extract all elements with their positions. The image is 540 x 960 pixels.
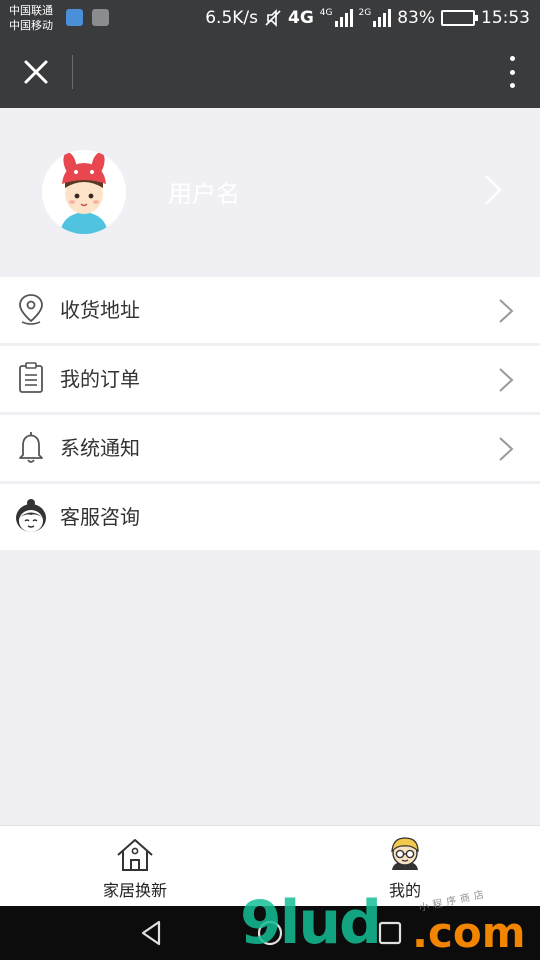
carrier-2: 中国移动: [9, 19, 53, 32]
menu-label-address: 收货地址: [60, 298, 140, 322]
menu-label-notifications: 系统通知: [60, 436, 140, 460]
battery-percent: 83%: [397, 8, 435, 28]
chevron-right-icon: [499, 299, 514, 323]
bell-icon: [19, 432, 43, 463]
site-watermark: 9lud .com 小程序商店: [240, 888, 540, 958]
menu-item-address[interactable]: 收货地址: [0, 277, 540, 343]
menu-item-notifications[interactable]: 系统通知: [0, 415, 540, 481]
carrier-1: 中国联通: [9, 4, 53, 17]
network-type-1: 4G: [288, 8, 314, 28]
network-type-2: 2G: [358, 8, 372, 18]
chevron-right-icon[interactable]: [480, 172, 504, 208]
watermark-main: 9lud: [240, 888, 382, 958]
house-icon: [117, 839, 153, 871]
network-speed: 6.5K/s: [205, 8, 258, 28]
menu-item-customer-service[interactable]: 客服咨询: [0, 484, 540, 550]
menu-label-customer-service: 客服咨询: [60, 505, 140, 529]
location-pin-icon: [19, 294, 43, 325]
carrier-names: 中国联通 中国移动: [9, 3, 53, 33]
network-type-1-small: 4G: [319, 8, 333, 18]
status-bar: 中国联通 中国移动 6.5K/s 4G 4G 2G 83% 15:53: [0, 0, 540, 36]
watermark-suffix: .com: [412, 908, 526, 957]
menu-list: 收货地址 我的订单 系统通知 客服咨询: [0, 277, 540, 553]
menu-item-orders[interactable]: 我的订单: [0, 346, 540, 412]
profile-header[interactable]: 用户名: [0, 108, 540, 276]
back-icon[interactable]: [136, 918, 166, 948]
child-avatar-icon[interactable]: [42, 150, 126, 234]
chevron-right-icon: [499, 368, 514, 392]
battery-icon: [441, 10, 478, 26]
tab-home-renewal[interactable]: 家居换新: [60, 826, 210, 907]
location-icon: [66, 9, 83, 26]
chevron-right-icon: [499, 437, 514, 461]
signal-icon: 4G: [320, 9, 353, 27]
customer-service-icon: [16, 499, 46, 532]
tab-label-home-renewal: 家居换新: [102, 881, 167, 900]
title-divider: [72, 55, 73, 89]
clipboard-icon: [19, 362, 43, 393]
more-icon[interactable]: [506, 56, 518, 88]
mute-icon: [265, 9, 281, 27]
menu-label-orders: 我的订单: [60, 367, 140, 391]
close-icon[interactable]: [18, 54, 54, 90]
user-face-icon: [391, 837, 419, 870]
title-bar: [0, 36, 540, 108]
signal-icon-2: 2G: [359, 9, 392, 27]
status-right: 6.5K/s 4G 4G 2G 83% 15:53: [205, 6, 530, 30]
clock: 15:53: [481, 8, 530, 28]
image-icon: [92, 9, 109, 26]
avatar-illustration: [60, 152, 108, 234]
username[interactable]: 用户名: [168, 178, 240, 210]
